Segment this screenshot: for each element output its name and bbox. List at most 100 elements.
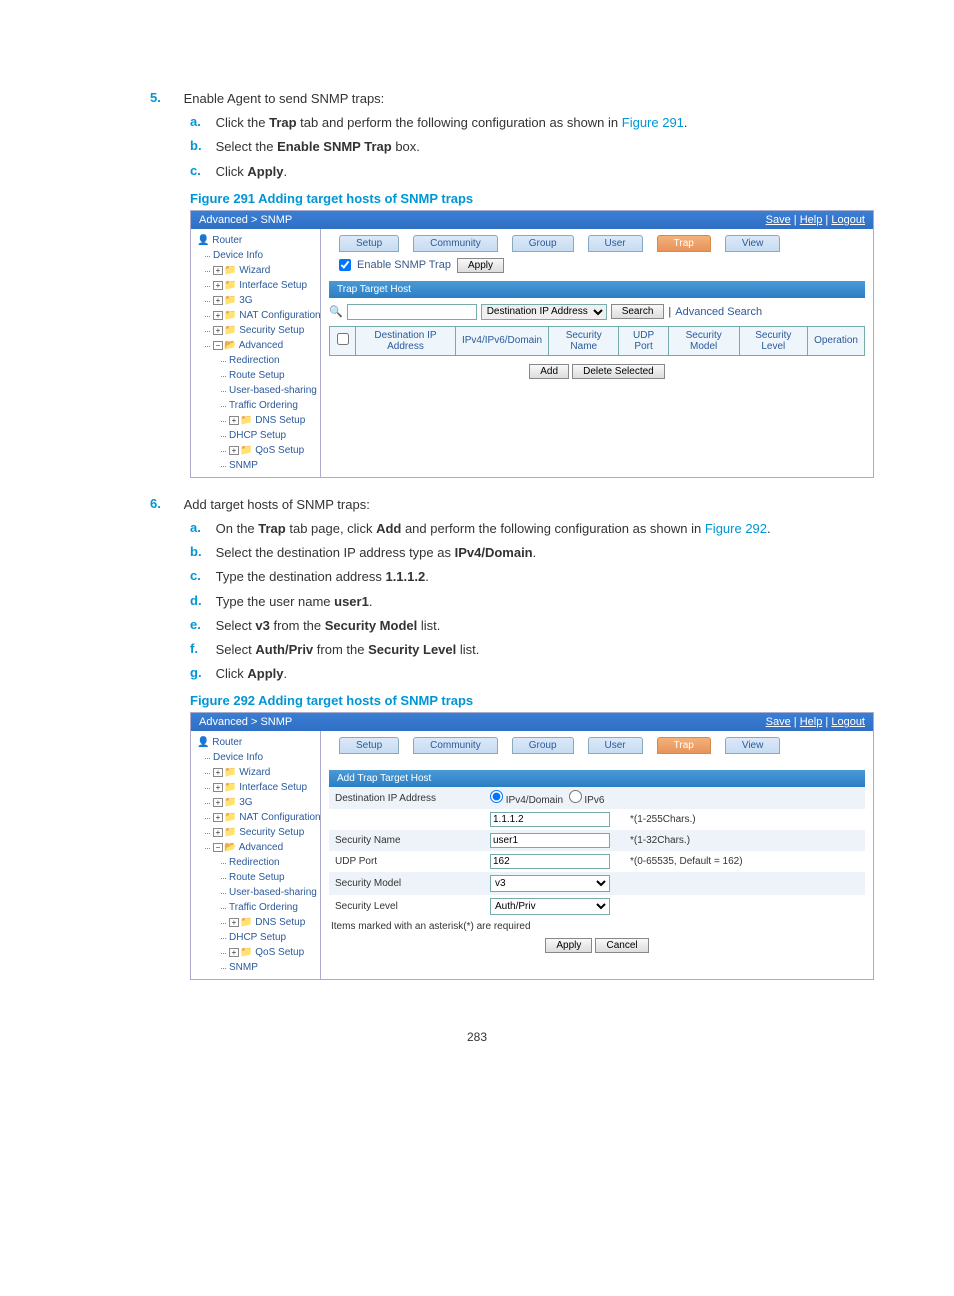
sidebar-item-3g[interactable]: +📁 3G [205,795,318,810]
enable-snmp-trap-checkbox[interactable] [339,259,351,271]
tab-group[interactable]: Group [512,737,574,754]
sidebar-item-traffic[interactable]: Traffic Ordering [221,398,318,413]
sidebar-item-user-based[interactable]: User-based-sharing [221,383,318,398]
step-6c-text: Type the destination address 1.1.1.2. [216,568,826,586]
tab-view[interactable]: View [725,737,781,754]
form-actions: Apply Cancel [329,938,865,953]
t: box. [392,139,420,154]
sidebar-item-traffic[interactable]: Traffic Ordering [221,900,318,915]
step-5c-text: Click Apply. [216,163,826,181]
tab-trap[interactable]: Trap [657,235,711,252]
step-5-text: Enable Agent to send SNMP traps: [184,90,824,108]
tab-user[interactable]: User [588,235,643,252]
tab-group[interactable]: Group [512,235,574,252]
label-udp-port: UDP Port [329,851,484,872]
t: list. [456,642,479,657]
sidebar-item-device-info[interactable]: Device Info [205,750,318,765]
sidebar-item-dns[interactable]: +📁 DNS Setup [221,413,318,428]
sidebar-item-3g[interactable]: +📁 3G [205,293,318,308]
logout-link[interactable]: Logout [831,214,865,226]
dest-address-input[interactable] [490,812,610,827]
ipv6-label: IPv6 [584,795,604,806]
t: Security Level [368,642,456,657]
sidebar-item-snmp[interactable]: SNMP [221,458,318,473]
t: Security Setup [239,827,304,838]
sidebar-item-qos[interactable]: +📁 QoS Setup [221,443,318,458]
search-field-select[interactable]: Destination IP Address [481,304,607,320]
tab-trap[interactable]: Trap [657,737,711,754]
sidebar-item-redirection[interactable]: Redirection [221,855,318,870]
t: IPv4/Domain [455,545,533,560]
step-6b: b. Select the destination IP address typ… [190,544,874,562]
delete-selected-button[interactable]: Delete Selected [572,364,665,379]
sidebar-item-dns[interactable]: +📁 DNS Setup [221,915,318,930]
step-6d-num: d. [190,593,212,608]
step-6f: f. Select Auth/Priv from the Security Le… [190,641,874,659]
sidebar-item-security[interactable]: +📁 Security Setup [205,323,318,338]
sidebar-root[interactable]: 👤 Router [197,233,318,248]
t: Advanced [239,340,283,351]
apply-button[interactable]: Apply [457,258,504,273]
add-trap-form: Destination IP Address IPv4/Domain IPv6 … [329,787,865,918]
ipv6-radio[interactable] [569,790,582,803]
sidebar-item-security[interactable]: +📁 Security Setup [205,825,318,840]
folder-icon: + [229,446,239,455]
sidebar: 👤 Router Device Info +📁 Wizard +📁 Interf… [191,229,321,477]
step-6-text: Add target hosts of SNMP traps: [184,496,824,514]
step-5b-num: b. [190,138,212,153]
sidebar-item-nat[interactable]: +📁 NAT Configuration [205,308,318,323]
sidebar-item-advanced[interactable]: −📂 Advanced Redirection Route Setup User… [205,840,318,975]
sidebar-item-dhcp[interactable]: DHCP Setup [221,930,318,945]
sidebar-item-user-based[interactable]: User-based-sharing [221,885,318,900]
save-link[interactable]: Save [766,716,791,728]
security-level-select[interactable]: Auth/Priv [490,898,610,915]
sidebar-item-interface-setup[interactable]: +📁 Interface Setup [205,278,318,293]
ipv4-domain-radio[interactable] [490,790,503,803]
sidebar-item-advanced[interactable]: −📂 Advanced Redirection Route Setup User… [205,338,318,473]
sidebar-item-qos[interactable]: +📁 QoS Setup [221,945,318,960]
tab-setup[interactable]: Setup [339,235,399,252]
search-input[interactable] [347,304,477,320]
folder-icon: + [213,281,223,290]
tab-community[interactable]: Community [413,737,498,754]
sidebar-item-interface-setup[interactable]: +📁 Interface Setup [205,780,318,795]
t: . [767,521,771,536]
sidebar-item-wizard[interactable]: +📁 Wizard [205,263,318,278]
advanced-search-link[interactable]: Advanced Search [675,306,762,318]
figure-291-ref[interactable]: Figure 291 [622,115,684,130]
security-model-select[interactable]: v3 [490,875,610,892]
tab-community[interactable]: Community [413,235,498,252]
security-name-input[interactable] [490,833,610,848]
sidebar-item-route-setup[interactable]: Route Setup [221,368,318,383]
sidebar-item-redirection[interactable]: Redirection [221,353,318,368]
help-link[interactable]: Help [800,214,823,226]
tab-setup[interactable]: Setup [339,737,399,754]
t: QoS Setup [255,445,304,456]
udp-port-input[interactable] [490,854,610,869]
sidebar-root[interactable]: 👤 Router [197,735,318,750]
add-button[interactable]: Add [529,364,569,379]
sidebar-item-snmp[interactable]: SNMP [221,960,318,975]
help-link[interactable]: Help [800,716,823,728]
search-button[interactable]: Search [611,304,665,319]
folder-icon: + [213,828,223,837]
step-5c-num: c. [190,163,212,178]
step-6b-text: Select the destination IP address type a… [216,544,826,562]
udp-hint: *(0-65535, Default = 162) [624,851,865,872]
save-link[interactable]: Save [766,214,791,226]
apply-button[interactable]: Apply [545,938,592,953]
cancel-button[interactable]: Cancel [595,938,648,953]
figure-292-ref[interactable]: Figure 292 [705,521,767,536]
sidebar-item-route-setup[interactable]: Route Setup [221,870,318,885]
sidebar-item-device-info[interactable]: Device Info [205,248,318,263]
sidebar-item-nat[interactable]: +📁 NAT Configuration [205,810,318,825]
logout-link[interactable]: Logout [831,716,865,728]
sidebar-item-wizard[interactable]: +📁 Wizard [205,765,318,780]
topbar-links: Save | Help | Logout [766,716,865,728]
tab-view[interactable]: View [725,235,781,252]
tab-user[interactable]: User [588,737,643,754]
topbar: Advanced > SNMP Save | Help | Logout [191,211,873,229]
sidebar-item-dhcp[interactable]: DHCP Setup [221,428,318,443]
th-sec-model: Security Model [668,326,739,355]
select-all-checkbox[interactable] [337,333,349,345]
